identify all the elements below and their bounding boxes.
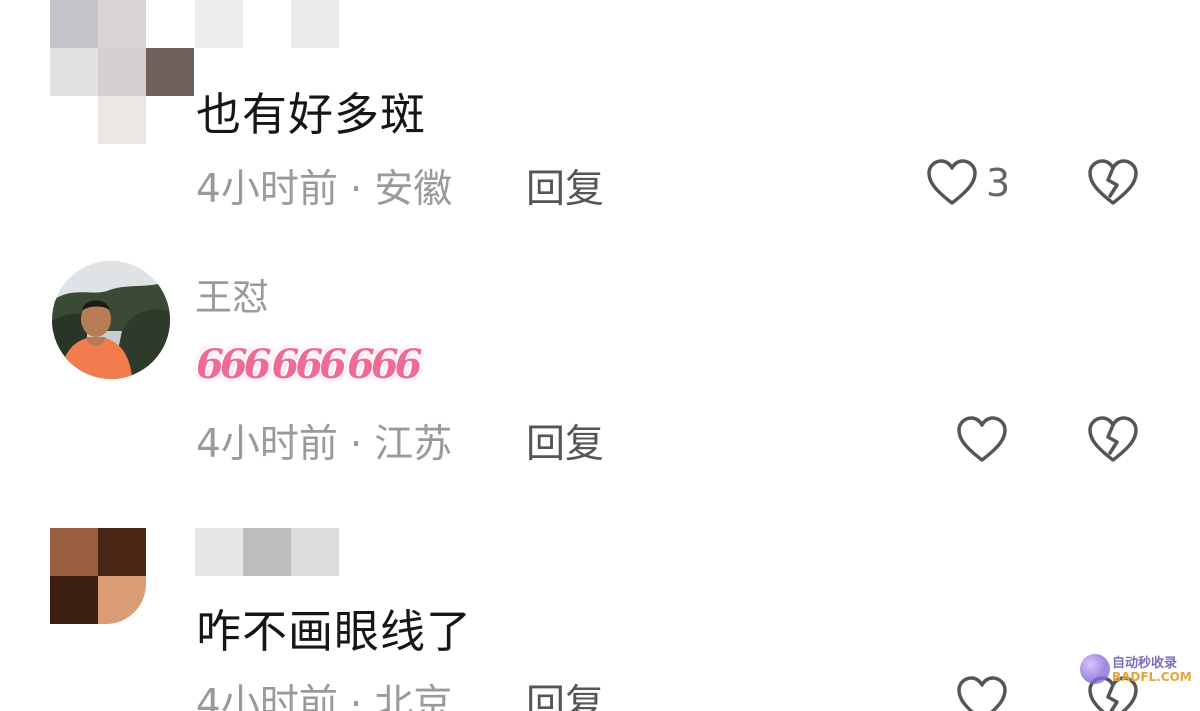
- comment-meta: 4小时前 · 安徽: [196, 158, 452, 214]
- heart-outline-icon: [957, 676, 1007, 711]
- username[interactable]: 王怼: [195, 267, 269, 321]
- comment-location: 江苏: [374, 422, 453, 467]
- reply-button[interactable]: 回复: [526, 413, 604, 469]
- watermark-url: BADFL.COM: [1112, 670, 1192, 684]
- like-button[interactable]: [955, 675, 1009, 711]
- watermark-text: 自动秒收录: [1112, 656, 1178, 671]
- username-blurred[interactable]: [195, 0, 339, 48]
- watermark: 自动秒收录 BADFL.COM: [1080, 652, 1192, 692]
- reply-button[interactable]: 回复: [526, 158, 604, 214]
- sticker-text: 666: [347, 341, 422, 388]
- heart-outline-icon: [957, 416, 1007, 462]
- username-blurred[interactable]: [195, 528, 339, 576]
- avatar[interactable]: [50, 0, 194, 144]
- comment-item: 咋不画眼线了 4小时前 · 北京 回复: [0, 515, 1200, 711]
- watermark-logo-icon: [1080, 654, 1110, 684]
- sticker-text: 666: [271, 341, 347, 388]
- meta-separator: ·: [349, 682, 363, 711]
- broken-heart-icon: [1088, 159, 1138, 205]
- comment-text: 也有好多斑: [196, 88, 427, 141]
- reply-button[interactable]: 回复: [526, 673, 604, 711]
- comment-list: 也有好多斑 4小时前 · 安徽 回复 3 王怼 666 666 666 4小时前…: [0, 0, 1200, 711]
- dislike-button[interactable]: [1086, 158, 1140, 208]
- like-button[interactable]: [955, 415, 1009, 465]
- avatar[interactable]: [52, 261, 170, 379]
- heart-outline-icon: [927, 159, 977, 205]
- comment-time: 4小时前: [196, 682, 338, 711]
- comment-meta: 4小时前 · 北京: [196, 673, 452, 711]
- avatar[interactable]: [50, 528, 146, 624]
- comment-meta: 4小时前 · 江苏: [196, 413, 452, 469]
- comment-text: 咋不画眼线了: [196, 605, 473, 658]
- comment-time: 4小时前: [196, 167, 338, 212]
- comment-location: 安徽: [374, 167, 453, 212]
- like-count: 3: [986, 161, 1011, 205]
- like-button[interactable]: [925, 158, 979, 208]
- broken-heart-icon: [1088, 416, 1138, 462]
- comment-time: 4小时前: [196, 422, 338, 467]
- meta-separator: ·: [349, 167, 363, 212]
- dislike-button[interactable]: [1086, 415, 1140, 465]
- meta-separator: ·: [349, 422, 363, 467]
- comment-location: 北京: [374, 682, 453, 711]
- sticker-666: 666 666 666: [196, 341, 422, 388]
- sticker-text: 666: [196, 341, 271, 388]
- comment-item: 也有好多斑 4小时前 · 安徽 回复 3: [0, 0, 1200, 230]
- comment-item: 王怼 666 666 666 4小时前 · 江苏 回复: [0, 255, 1200, 475]
- avatar-photo: [52, 261, 170, 379]
